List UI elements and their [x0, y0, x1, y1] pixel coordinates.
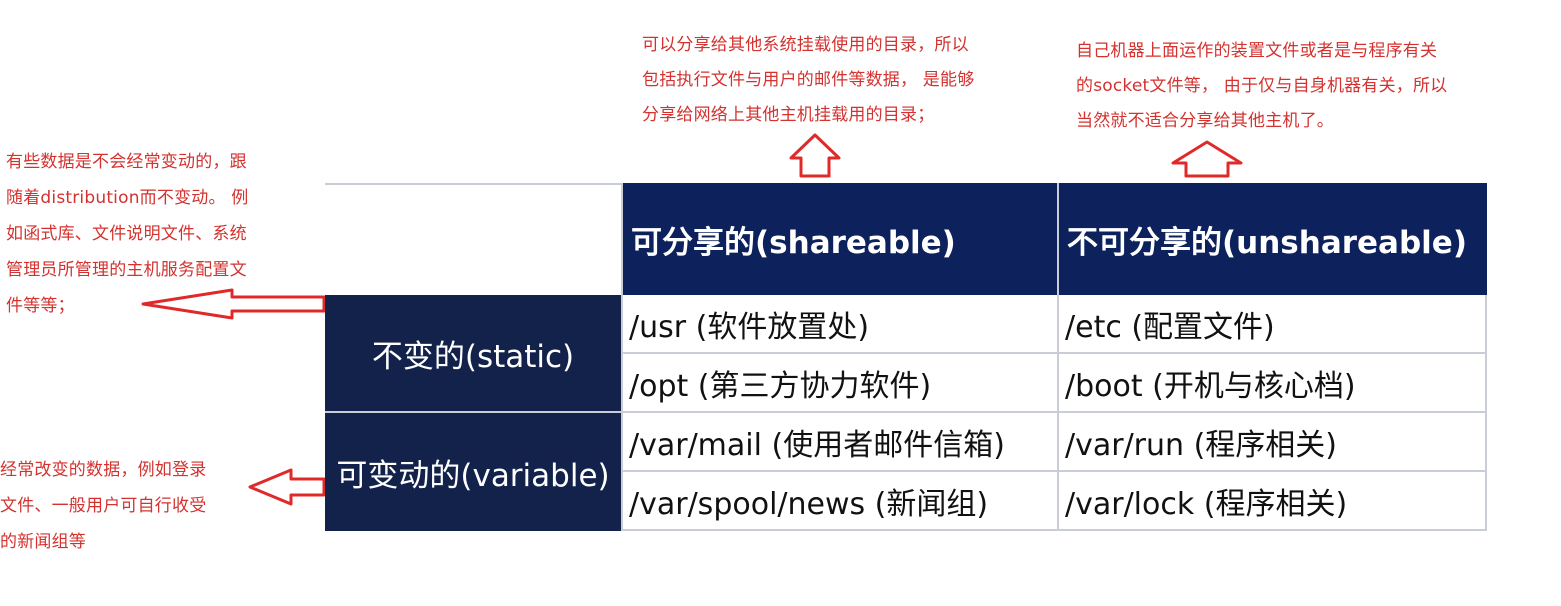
cell-boot: /boot (开机与核心档): [1057, 354, 1487, 413]
row-header-variable: 可变动的(variable): [325, 413, 621, 531]
arrow-left-icon: [141, 288, 326, 320]
cell-var-mail: /var/mail (使用者邮件信箱): [621, 413, 1057, 472]
header-shareable: 可分享的(shareable): [621, 183, 1057, 295]
cell-usr: /usr (软件放置处): [621, 295, 1057, 354]
cell-etc: /etc (配置文件): [1057, 295, 1487, 354]
cell-opt: /opt (第三方协力软件): [621, 354, 1057, 413]
cell-var-run: /var/run (程序相关): [1057, 413, 1487, 472]
arrow-left-icon: [248, 468, 326, 506]
cell-var-spool-news: /var/spool/news (新闻组): [621, 472, 1057, 531]
cell-var-lock: /var/lock (程序相关): [1057, 472, 1487, 531]
arrow-up-icon: [1171, 140, 1243, 178]
header-unshareable: 不可分享的(unshareable): [1057, 183, 1487, 295]
table-corner: [325, 183, 621, 295]
arrow-up-icon: [789, 133, 841, 178]
row-header-static: 不变的(static): [325, 295, 621, 413]
directory-classification-table: 可分享的(shareable) 不可分享的(unshareable) 不变的(s…: [325, 183, 1487, 531]
